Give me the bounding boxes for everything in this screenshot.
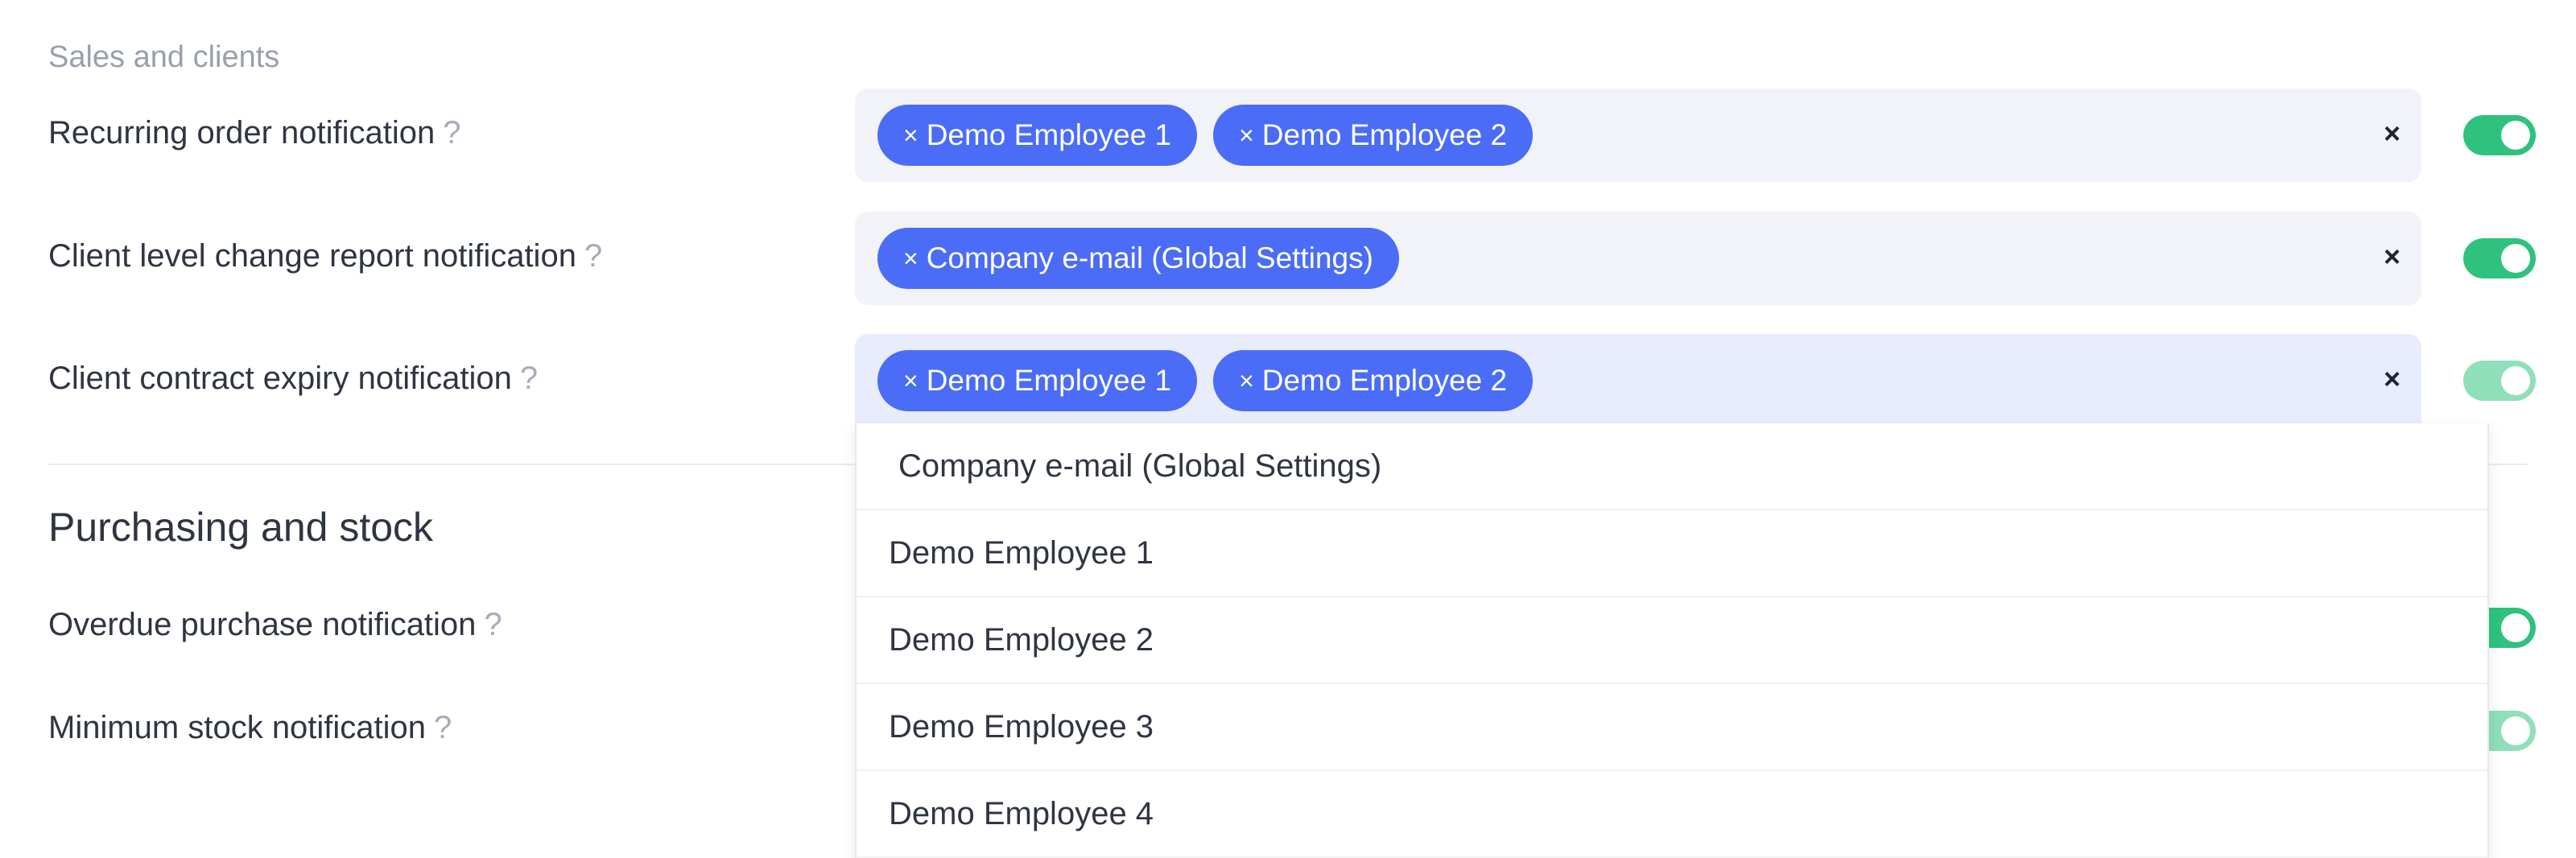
recipient-chip[interactable]: × Demo Employee 2 [1213,105,1534,166]
chip-label: Demo Employee 2 [1261,118,1508,151]
recipient-options-dropdown: Company e-mail (Global Settings) Demo Em… [855,423,2489,858]
clear-selection-icon[interactable]: × [2384,363,2401,395]
row-label-text: Recurring order notification [48,115,436,151]
toggle-knob [2501,244,2530,273]
remove-chip-icon[interactable]: × [1239,350,1254,411]
notification-settings-page: Sales and clients Recurring order notifi… [0,0,2576,858]
overdue-purchase-label: Overdue purchase notification? [48,607,502,643]
toggle-knob [2501,366,2530,395]
toggle-knob [2501,716,2530,745]
minimum-stock-label: Minimum stock notification? [48,710,452,746]
chip-label: Demo Employee 1 [926,364,1172,397]
help-icon[interactable]: ? [520,361,538,396]
clear-selection-icon[interactable]: × [2384,241,2401,273]
help-icon[interactable]: ? [484,607,502,642]
chip-label: Demo Employee 1 [926,118,1172,151]
row-label-text: Overdue purchase notification [48,607,477,642]
dropdown-option[interactable]: Demo Employee 1 [857,510,2487,597]
toggle-knob [2501,121,2530,150]
client-level-change-recipients-select[interactable]: × Company e-mail (Global Settings) × [855,212,2421,305]
chip-label: Company e-mail (Global Settings) [926,241,1373,274]
row-label-text: Client contract expiry notification [48,361,512,396]
row-label-text: Client level change report notification [48,238,576,274]
recurring-order-recipients-select[interactable]: × Demo Employee 1 × Demo Employee 2 × [855,89,2421,182]
remove-chip-icon[interactable]: × [903,105,919,166]
help-icon[interactable]: ? [434,710,452,745]
recurring-order-label: Recurring order notification? [48,115,460,151]
client-contract-expiry-label: Client contract expiry notification? [48,361,538,397]
client-contract-expiry-recipients-select[interactable]: × Demo Employee 1 × Demo Employee 2 × [855,334,2421,427]
recipient-chip[interactable]: × Demo Employee 2 [1213,350,1534,411]
clear-selection-icon[interactable]: × [2384,118,2401,150]
dropdown-option[interactable]: Demo Employee 2 [857,597,2487,684]
client-level-change-toggle[interactable] [2463,238,2536,278]
recipient-chip[interactable]: × Company e-mail (Global Settings) [877,228,1399,289]
dropdown-option[interactable]: Company e-mail (Global Settings) [857,423,2487,510]
chip-list: × Company e-mail (Global Settings) [877,228,1399,289]
dropdown-option[interactable]: Demo Employee 4 [857,771,2487,858]
chip-list: × Demo Employee 1 × Demo Employee 2 [877,350,1534,411]
section-caption-sales: Sales and clients [48,40,280,74]
recurring-order-toggle[interactable] [2463,115,2536,155]
row-label-text: Minimum stock notification [48,710,427,745]
toggle-knob [2501,613,2530,642]
recipient-chip[interactable]: × Demo Employee 1 [877,350,1198,411]
recipient-chip[interactable]: × Demo Employee 1 [877,105,1198,166]
chip-label: Demo Employee 2 [1261,364,1508,397]
client-level-change-label: Client level change report notification? [48,238,602,274]
chip-list: × Demo Employee 1 × Demo Employee 2 [877,105,1534,166]
dropdown-option[interactable]: Demo Employee 3 [857,684,2487,771]
client-contract-expiry-toggle[interactable] [2463,361,2536,401]
remove-chip-icon[interactable]: × [903,228,919,289]
help-icon[interactable]: ? [443,115,460,151]
section-heading-purchasing: Purchasing and stock [48,505,434,550]
remove-chip-icon[interactable]: × [1239,105,1254,166]
remove-chip-icon[interactable]: × [903,350,919,411]
help-icon[interactable]: ? [584,238,602,274]
